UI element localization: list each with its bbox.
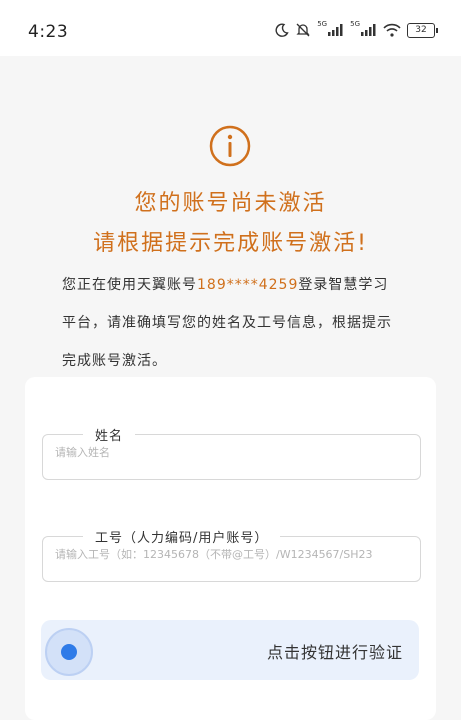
activation-description: 您正在使用天翼账号189****4259登录智慧学习平台，请准确填写您的姓名及工… bbox=[62, 266, 402, 380]
status-time: 4:23 bbox=[28, 22, 69, 42]
verify-knob-dot bbox=[61, 644, 77, 660]
moon-icon bbox=[275, 23, 289, 37]
masked-phone-number: 189****4259 bbox=[197, 277, 299, 293]
name-field[interactable]: 姓名 bbox=[42, 425, 421, 480]
status-icons: 5G 5G 32 bbox=[275, 20, 438, 38]
status-bar: 4:23 5G 5G 32 bbox=[0, 0, 461, 56]
verify-slider-knob[interactable] bbox=[45, 628, 93, 676]
employee-id-field-label: 工号（人力编码/用户账号） bbox=[83, 527, 281, 546]
verify-label: 点击按钮进行验证 bbox=[266, 643, 403, 662]
employee-id-field[interactable]: 工号（人力编码/用户账号） bbox=[42, 527, 421, 582]
headline-not-activated: 您的账号尚未激活 bbox=[134, 191, 327, 216]
mute-icon bbox=[295, 22, 311, 38]
info-icon bbox=[208, 124, 252, 168]
name-input[interactable] bbox=[55, 446, 410, 459]
signal-label: 5G bbox=[350, 20, 360, 28]
employee-id-input[interactable] bbox=[55, 548, 410, 561]
wifi-icon bbox=[383, 23, 401, 37]
battery-icon: 32 bbox=[407, 22, 438, 38]
name-field-label: 姓名 bbox=[83, 425, 136, 444]
headline-complete-activation: 请根据提示完成账号激活! bbox=[93, 231, 368, 256]
signal-label: 5G bbox=[317, 20, 328, 28]
activation-form-card: 姓名 工号（人力编码/用户账号） 点击按钮进行验证 bbox=[25, 377, 436, 720]
slide-verify-bar[interactable]: 点击按钮进行验证 bbox=[41, 620, 419, 680]
signal-icon: 5G bbox=[350, 20, 377, 36]
signal-icon: 5G bbox=[317, 20, 344, 36]
desc-prefix: 您正在使用天翼账号 bbox=[62, 277, 197, 293]
